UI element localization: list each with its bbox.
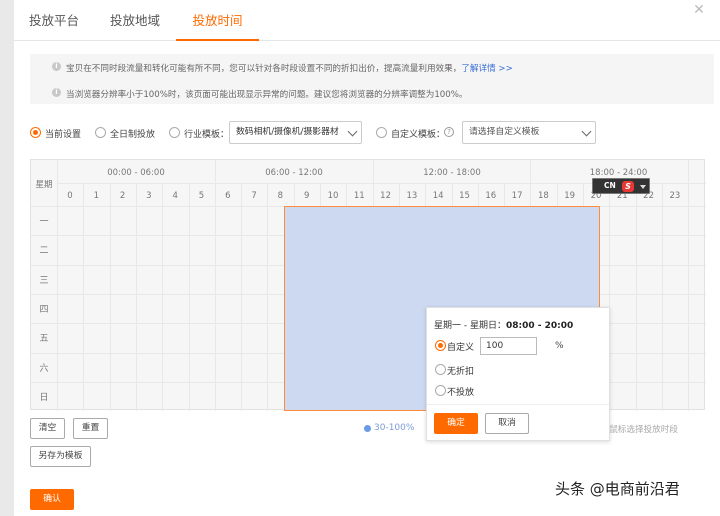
watermark-text: 头条 @电商前沿君 xyxy=(555,480,680,498)
percent-sign: % xyxy=(555,341,564,351)
custom-template-label: 自定义模板： xyxy=(391,130,446,140)
notice-text-1: 宝贝在不同时段流量和转化可能有所不同，您可以针对各时段设置不同的折扣出价，提高流… xyxy=(66,64,462,74)
legend-dot xyxy=(364,425,371,432)
discount-input[interactable] xyxy=(480,337,537,355)
hour-label: 14 xyxy=(432,191,444,201)
range-header-1: 06:00 - 12:00 xyxy=(265,168,323,178)
hour-label: 7 xyxy=(251,191,257,201)
info-icon: i xyxy=(52,88,61,97)
grid-line xyxy=(135,183,137,411)
no-discount-label: 无折扣 xyxy=(447,367,475,377)
hour-label: 12 xyxy=(380,191,391,201)
grid-line xyxy=(109,183,111,411)
clear-button[interactable]: 清空 xyxy=(30,418,65,439)
day-label: 一 xyxy=(39,217,49,227)
day-label: 三 xyxy=(39,275,49,286)
tab-region[interactable]: 投放地域 xyxy=(94,0,176,41)
day-label: 五 xyxy=(39,334,49,345)
caret-down-icon xyxy=(640,185,646,189)
hour-label: 0 xyxy=(67,191,73,201)
save-as-template-button[interactable]: 另存为模板 xyxy=(30,446,91,467)
popup-ok-button[interactable]: 确定 xyxy=(434,413,478,434)
hour-label: 10 xyxy=(327,191,339,201)
popup-title: 星期一 - 星期日：08:00 - 20:00 xyxy=(434,318,573,331)
industry-template-value: 数码相机/摄像机/摄影器材 xyxy=(236,127,339,137)
radio-custom-discount[interactable] xyxy=(435,340,446,351)
hour-label: 13 xyxy=(406,191,418,201)
industry-template-select[interactable]: 数码相机/摄像机/摄影器材 xyxy=(229,121,362,144)
grid-line xyxy=(83,183,85,411)
hour-label: 9 xyxy=(303,191,310,201)
range-header-0: 00:00 - 06:00 xyxy=(107,168,165,178)
notice-line-1: 宝贝在不同时段流量和转化可能有所不同，您可以针对各时段设置不同的折扣出价，提高流… xyxy=(66,62,513,74)
learn-more-link[interactable]: 了解详情 >> xyxy=(461,64,513,74)
radio-current-setting[interactable] xyxy=(30,127,41,138)
notice-line-2: 当浏览器分辨率小于100%时，该页面可能出现显示异常的问题。建议您将浏览器的分辨… xyxy=(66,90,468,100)
radio-no-discount[interactable] xyxy=(435,364,446,375)
grid-line xyxy=(635,183,637,411)
grid-line xyxy=(267,183,269,411)
hour-label: 8 xyxy=(277,191,284,201)
reset-button[interactable]: 重置 xyxy=(73,418,108,439)
hour-label: 15 xyxy=(459,191,470,201)
close-icon[interactable]: ✕ xyxy=(692,3,706,17)
range-header-2: 12:00 - 18:00 xyxy=(423,168,481,178)
grid-line xyxy=(162,183,164,411)
custom-discount-label: 自定义 xyxy=(447,343,475,353)
grid-line xyxy=(661,183,663,411)
ime-cn-label: CN xyxy=(604,181,616,190)
custom-template-placeholder: 请选择自定义模板 xyxy=(469,127,540,137)
grid-line xyxy=(57,160,58,411)
radio-no-delivery[interactable] xyxy=(435,385,446,396)
hour-label: 18 xyxy=(537,191,549,201)
tab-time[interactable]: 投放时间 xyxy=(176,0,259,41)
hour-label: 3 xyxy=(146,191,152,201)
popup-days: 星期一 - 星期日： xyxy=(434,321,506,331)
hour-label: 6 xyxy=(225,191,231,201)
custom-template-select[interactable]: 请选择自定义模板 xyxy=(462,121,596,144)
hour-label: 4 xyxy=(172,191,178,201)
info-icon: i xyxy=(52,62,61,71)
industry-template-label: 行业模板： xyxy=(184,130,230,140)
grid-line xyxy=(241,183,243,411)
ime-toolbar[interactable]: CN S xyxy=(592,178,650,194)
hour-label: 16 xyxy=(485,191,497,201)
tab-bar: 投放平台 投放地域 投放时间 xyxy=(14,0,720,41)
confirm-button[interactable]: 确认 xyxy=(30,489,74,510)
popup-divider xyxy=(427,404,609,405)
day-label: 六 xyxy=(39,363,49,374)
week-header: 星期 xyxy=(35,180,53,190)
legend-label: 30-100% xyxy=(374,423,415,433)
hour-label: 1 xyxy=(93,191,99,201)
all-day-label: 全日制投放 xyxy=(110,130,156,140)
help-icon[interactable]: ? xyxy=(444,127,454,137)
day-label: 二 xyxy=(39,246,49,257)
hour-label: 19 xyxy=(564,191,576,201)
no-delivery-label: 不投放 xyxy=(447,388,475,398)
radio-industry-template[interactable] xyxy=(169,127,180,138)
sogou-icon: S xyxy=(622,181,634,192)
hour-label: 5 xyxy=(198,191,205,201)
hour-label: 17 xyxy=(511,191,523,201)
hour-label: 2 xyxy=(119,191,126,201)
popup-cancel-button[interactable]: 取消 xyxy=(485,413,529,434)
day-label: 四 xyxy=(39,304,49,315)
day-label: 日 xyxy=(39,392,49,403)
grid-line xyxy=(214,160,216,411)
grid-line xyxy=(688,160,690,411)
chevron-down-icon xyxy=(347,126,358,137)
current-setting-label: 当前设置 xyxy=(45,130,82,140)
popup-time: 08:00 - 20:00 xyxy=(505,321,574,331)
chevron-down-icon xyxy=(581,126,592,137)
range-header-3: 18:00 - 24:00 xyxy=(589,168,648,178)
hour-label: 11 xyxy=(353,191,365,201)
tab-platform[interactable]: 投放平台 xyxy=(14,0,94,41)
radio-all-day[interactable] xyxy=(95,127,106,138)
grid-line xyxy=(188,183,190,411)
discount-popup: 星期一 - 星期日：08:00 - 20:00 自定义 % 无折扣 不投放 确定… xyxy=(426,307,610,441)
time-settings-panel: 投放平台 投放地域 投放时间 ✕ i 宝贝在不同时段流量和转化可能有所不同，您可… xyxy=(14,0,720,516)
notice-box: i 宝贝在不同时段流量和转化可能有所不同，您可以针对各时段设置不同的折扣出价，提… xyxy=(30,54,714,104)
radio-custom-template[interactable] xyxy=(376,127,387,138)
hour-label: 23 xyxy=(669,191,681,201)
